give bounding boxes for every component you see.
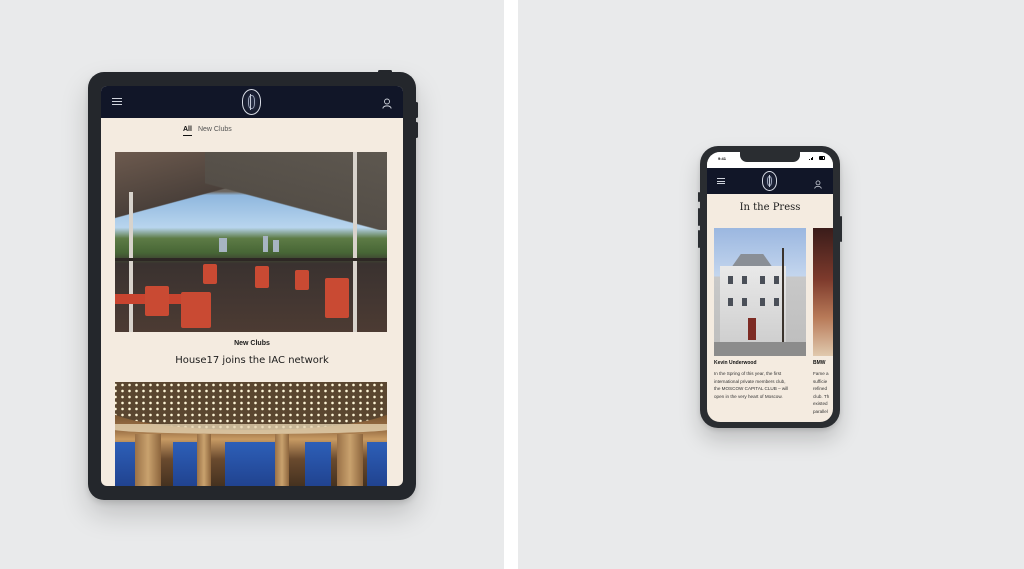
press-card-author[interactable]: Kevin Underwood: [714, 360, 757, 366]
mansion-window: [774, 298, 779, 306]
excerpt-line: refined: [813, 386, 828, 392]
phone-device: 9:41 In the Press Kevin Underwood In the…: [698, 146, 842, 428]
mansion-window: [728, 298, 733, 306]
mansion-door: [748, 318, 756, 340]
page-title: In the Press: [739, 202, 801, 213]
phone-side-button: [840, 216, 842, 242]
phone-volume-down-button: [698, 230, 700, 248]
terrace-railing: [115, 258, 387, 261]
club-crest-logo[interactable]: [242, 89, 261, 115]
phone-mute-switch: [698, 192, 700, 202]
hall-curtain: [135, 434, 161, 486]
terrace-chair: [325, 278, 349, 318]
tablet-nav-bar: [101, 86, 403, 118]
phone-nav-bar: [707, 168, 833, 194]
hall-window: [173, 442, 197, 486]
mansion-window: [742, 276, 747, 284]
tablet-volume-up-button: [415, 102, 418, 118]
tab-all[interactable]: All: [183, 126, 192, 136]
press-card-photo-mansion[interactable]: [714, 228, 806, 356]
parasol-right: [205, 152, 387, 230]
battery-icon: [819, 156, 825, 160]
excerpt-line: sufficie: [813, 378, 828, 384]
excerpt-line: international private members club,: [714, 378, 786, 384]
club-crest-logo[interactable]: [762, 171, 777, 191]
excerpt-line: Fame a: [813, 371, 829, 376]
excerpt-line: club. Th: [813, 393, 830, 399]
excerpt-line: parallel: [813, 408, 828, 414]
mansion-window: [760, 298, 765, 306]
hall-window: [367, 442, 387, 486]
excerpt-line: open in the very heart of Moscow.: [714, 393, 783, 399]
excerpt-line: In the Spring of this year, the first: [714, 371, 782, 376]
parasol-pole: [353, 152, 357, 332]
tablet-volume-down-button: [415, 122, 418, 138]
mansion-window: [728, 276, 733, 284]
phone-volume-up-button: [698, 208, 700, 226]
status-bar: 9:41: [707, 152, 833, 168]
status-icons: [809, 156, 825, 160]
user-icon[interactable]: [814, 176, 822, 194]
status-time: 9:41: [718, 156, 727, 161]
street: [714, 342, 806, 356]
bare-tree: [782, 248, 800, 344]
mansion-window: [774, 276, 779, 284]
terrace-chair: [145, 286, 169, 316]
mansion-window: [742, 298, 747, 306]
hall-curtain: [337, 434, 363, 486]
skyline-tower: [219, 238, 227, 252]
phone-screen: 9:41 In the Press Kevin Underwood In the…: [707, 152, 833, 422]
press-card-excerpt: Fame a sufficie refined club. Th existed…: [813, 370, 829, 416]
ceiling-rim: [115, 424, 387, 434]
tablet-device: All New Clubs New Clubs House17 joins th…: [88, 70, 418, 500]
feature-title-link[interactable]: House17 joins the IAC network: [101, 355, 403, 366]
press-card-author[interactable]: BMW: [813, 360, 826, 366]
press-card-excerpt: In the Spring of this year, the first in…: [714, 370, 788, 400]
press-card-photo-interior[interactable]: [813, 228, 833, 356]
club-hall-photo[interactable]: [115, 382, 387, 486]
skyline-tower: [263, 236, 268, 252]
skyline-tower: [273, 240, 279, 252]
tablet-top-button: [378, 70, 392, 73]
signal-icon: [812, 156, 813, 160]
feature-category-label: New Clubs: [234, 340, 270, 347]
terrace-chair: [181, 292, 211, 328]
terrace-chair: [295, 270, 309, 290]
excerpt-line: the MOSCOW CAPITAL CLUB – will: [714, 386, 789, 392]
hamburger-menu-icon[interactable]: [112, 98, 122, 105]
terrace-chair: [255, 266, 269, 288]
terrace-chair: [203, 264, 217, 284]
star-lit-ceiling: [115, 382, 387, 430]
tablet-screen: All New Clubs New Clubs House17 joins th…: [101, 86, 403, 486]
tab-new-clubs[interactable]: New Clubs: [198, 126, 232, 136]
hall-window: [305, 442, 331, 486]
house17-terrace-photo[interactable]: [115, 152, 387, 332]
user-icon[interactable]: [382, 96, 392, 114]
mansion-window: [760, 276, 765, 284]
parasol-pole: [129, 192, 133, 332]
hall-window: [225, 442, 275, 486]
club-filter-tabs: All New Clubs: [183, 126, 232, 136]
hamburger-menu-icon[interactable]: [717, 178, 725, 184]
hall-curtain: [275, 434, 289, 486]
excerpt-line: existed: [813, 401, 828, 407]
hall-curtain: [197, 434, 211, 486]
mansion-facade: [720, 266, 786, 342]
hall-window: [115, 442, 135, 486]
phone-notch: [740, 152, 800, 162]
